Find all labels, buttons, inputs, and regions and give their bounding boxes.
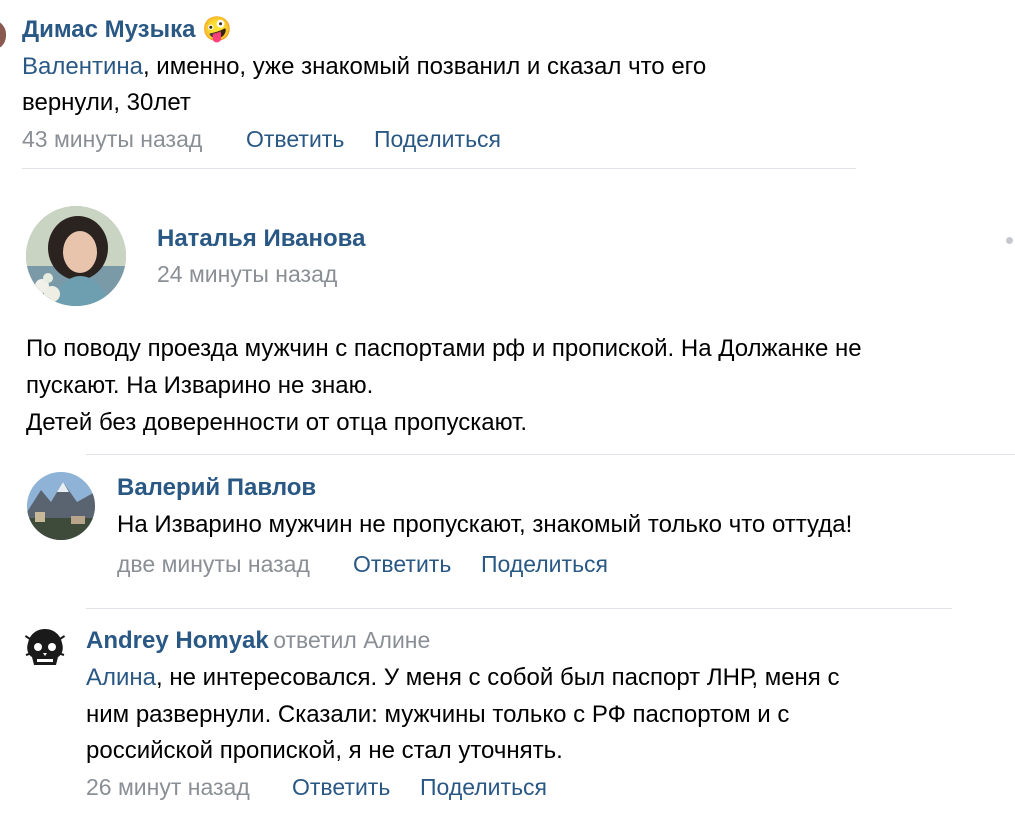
divider <box>86 608 952 609</box>
comment-timestamp[interactable]: 43 минуты назад <box>22 126 202 153</box>
comment-text-line: , не интересовался. У меня с собой был п… <box>156 664 840 691</box>
comment-text-line: , именно, уже знакомый позванил и сказал… <box>142 53 707 80</box>
comment-text-line: российской пропиской, я не стал уточнять… <box>86 737 563 764</box>
avatar-photo-icon <box>27 472 95 540</box>
post-text-line: По поводу проезда мужчин с паспортами рф… <box>26 335 862 362</box>
author-name[interactable]: Димас Музыка <box>22 16 195 43</box>
comment-timestamp[interactable]: две минуты назад <box>117 551 310 578</box>
post-timestamp[interactable]: 24 минуты назад <box>157 261 337 288</box>
reply-button[interactable]: Ответить <box>292 774 390 801</box>
more-options-icon[interactable] <box>1006 237 1013 244</box>
reply-button[interactable]: Ответить <box>246 126 344 153</box>
emoji-icon: 🤪 <box>202 15 233 43</box>
comment-text-line: На Изварино мужчин не пропускают, знаком… <box>117 511 853 538</box>
avatar-photo-icon <box>26 206 126 306</box>
reply-button[interactable]: Ответить <box>353 551 451 578</box>
comment-text-line: ним развернули. Сказали: мужчины только … <box>86 701 790 728</box>
share-button[interactable]: Поделиться <box>374 126 501 153</box>
avatar[interactable] <box>27 472 95 540</box>
avatar[interactable] <box>22 625 68 671</box>
replied-to-label[interactable]: ответил Алине <box>273 627 430 653</box>
comment-timestamp[interactable]: 26 минут назад <box>86 774 250 801</box>
comment-text: Алина, не интересовался. У меня с собой … <box>86 660 839 696</box>
share-button[interactable]: Поделиться <box>481 551 608 578</box>
mention-link[interactable]: Валентина <box>22 53 143 80</box>
avatar[interactable] <box>0 20 6 50</box>
comment-author[interactable]: Andrey Homyak <box>86 627 269 654</box>
post-text-line: Детей без доверенности от отца пропускаю… <box>26 409 528 436</box>
comment-text-line: вернули, 30лет <box>22 89 191 116</box>
divider <box>86 454 1015 455</box>
share-button[interactable]: Поделиться <box>420 774 547 801</box>
divider <box>22 168 856 169</box>
comment-header: Andrey Homyak ответил Алине <box>86 627 430 655</box>
comment-author[interactable]: Валерий Павлов <box>117 474 316 502</box>
post-text-line: пускают. На Изварино не знаю. <box>26 372 374 399</box>
mention-link[interactable]: Алина <box>86 664 156 691</box>
avatar-skull-icon <box>22 625 68 671</box>
post-author[interactable]: Наталья Иванова <box>157 225 365 253</box>
comment-text: Валентина, именно, уже знакомый позванил… <box>22 49 706 85</box>
avatar[interactable] <box>26 206 126 306</box>
comment-author[interactable]: Димас Музыка 🤪 <box>22 15 232 44</box>
